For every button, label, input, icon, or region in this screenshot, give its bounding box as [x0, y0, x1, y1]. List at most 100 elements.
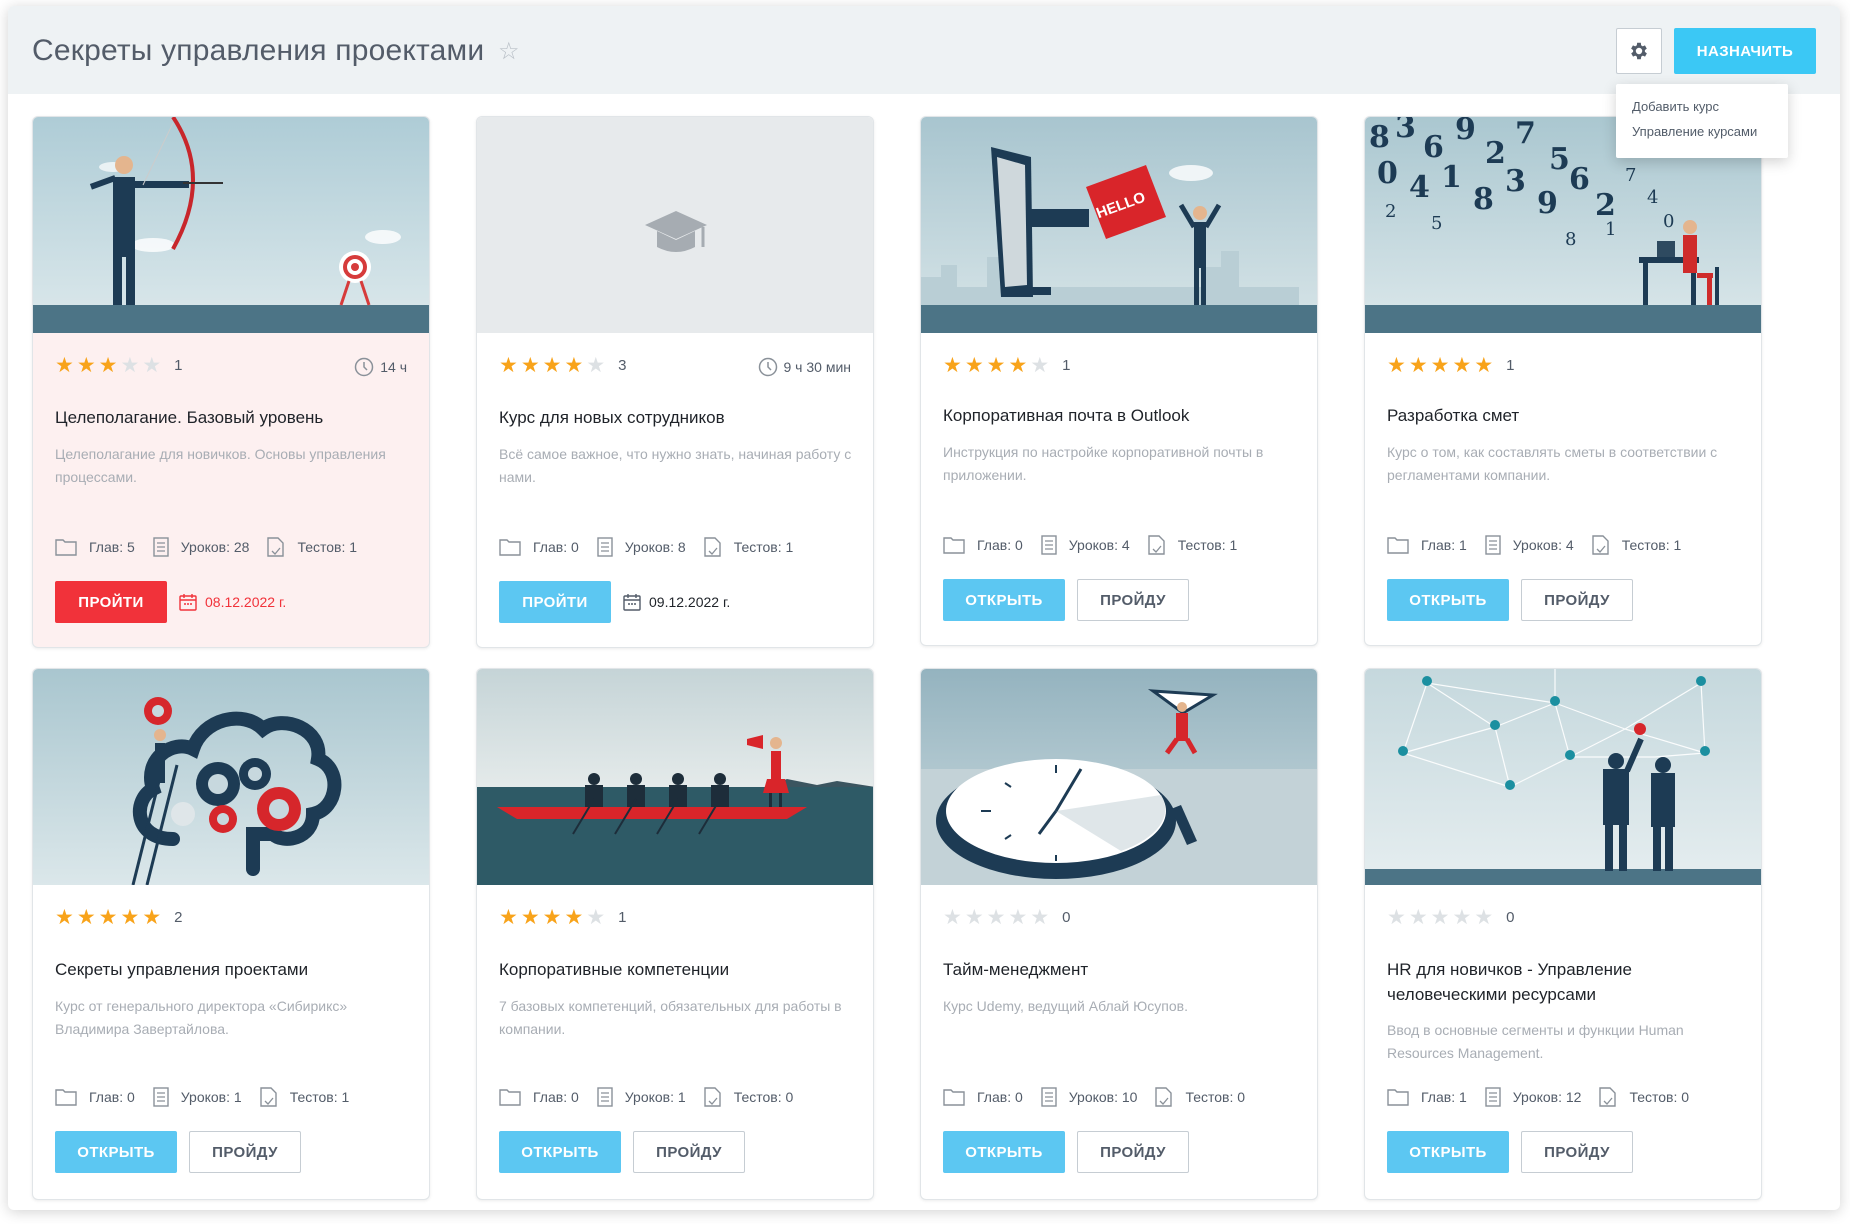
- test-doc-icon: [1147, 535, 1165, 555]
- folder-icon: [943, 537, 965, 554]
- star-filled-icon: ★: [98, 906, 118, 929]
- course-cover-image[interactable]: [477, 669, 873, 885]
- svg-text:2: 2: [1485, 136, 1506, 171]
- star-empty-icon: ★: [120, 354, 140, 377]
- rating-stars[interactable]: ★ ★ ★ ★ ★ 1: [943, 355, 1070, 376]
- course-title[interactable]: HR для новичков - Управление человечески…: [1387, 957, 1741, 1007]
- card-actions: ОТКРЫТЬ ПРОЙДУ: [943, 579, 1201, 621]
- star-empty-icon: ★: [1452, 906, 1472, 929]
- tests-count: Тестов: 0: [1185, 1089, 1246, 1105]
- course-title[interactable]: Секреты управления проектами: [55, 957, 409, 982]
- star-filled-icon: ★: [542, 906, 562, 929]
- course-stats: Глав: 0 Уроков: 10 Тестов: 0: [943, 1087, 1263, 1107]
- svg-text:9: 9: [1455, 117, 1476, 147]
- deadline-date: 09.12.2022 г.: [623, 593, 730, 611]
- course-cover-image[interactable]: [33, 669, 429, 885]
- svg-text:4: 4: [1647, 187, 1658, 208]
- course-cover-image[interactable]: [477, 117, 873, 333]
- rating-stars[interactable]: ★ ★ ★ ★ ★ 1: [1387, 355, 1514, 376]
- deadline-text: 08.12.2022 г.: [205, 594, 287, 610]
- star-empty-icon: ★: [1030, 354, 1050, 377]
- start-course-button[interactable]: ПРОЙТИ: [55, 581, 167, 623]
- star-filled-icon: ★: [1387, 354, 1406, 377]
- rating-stars[interactable]: ★ ★ ★ ★ ★ 2: [55, 907, 182, 928]
- will-take-button[interactable]: ПРОЙДУ: [1521, 579, 1633, 621]
- menu-item-add-course[interactable]: Добавить курс: [1616, 94, 1788, 119]
- chapters-count: Глав: 1: [1421, 1089, 1467, 1105]
- star-empty-icon: ★: [1408, 906, 1428, 929]
- assign-button[interactable]: НАЗНАЧИТЬ: [1674, 28, 1816, 74]
- test-doc-icon: [267, 537, 285, 557]
- course-cover-image[interactable]: HELLO: [921, 117, 1317, 333]
- course-cover-image[interactable]: [921, 669, 1317, 885]
- start-course-button[interactable]: ПРОЙТИ: [499, 581, 611, 623]
- chapters-count: Глав: 0: [977, 537, 1023, 553]
- open-course-button[interactable]: ОТКРЫТЬ: [1387, 1131, 1509, 1173]
- course-catalog-window: Секреты управления проектами ☆ НАЗНАЧИТЬ…: [8, 6, 1840, 1210]
- svg-text:9: 9: [1537, 186, 1558, 221]
- rating-stars[interactable]: ★ ★ ★ ★ ★ 0: [943, 907, 1070, 928]
- star-filled-icon: ★: [1474, 354, 1494, 377]
- brain-gears-illustration: [33, 669, 429, 885]
- page-title: Секреты управления проектами: [32, 34, 485, 67]
- will-take-button[interactable]: ПРОЙДУ: [1521, 1131, 1633, 1173]
- star-filled-icon: ★: [499, 354, 518, 377]
- review-count: 1: [1506, 357, 1515, 374]
- rating-stars[interactable]: ★ ★ ★ ★ ★ 0: [1387, 907, 1514, 928]
- course-title[interactable]: Корпоративная почта в Outlook: [943, 403, 1297, 428]
- star-empty-icon: ★: [1030, 906, 1050, 929]
- course-duration: 9 ч 30 мин: [758, 357, 852, 377]
- tests-count: Тестов: 0: [1629, 1089, 1690, 1105]
- open-course-button[interactable]: ОТКРЫТЬ: [1387, 579, 1509, 621]
- archer-illustration: [33, 117, 429, 333]
- duration-text: 9 ч 30 мин: [783, 359, 852, 375]
- rating-stars[interactable]: ★ ★ ★ ★ ★ 1: [55, 355, 182, 376]
- course-card: ★ ★ ★ ★ ★ 0 Тайм-менеджмент Курс Udemy, веду…: [920, 668, 1318, 1200]
- open-course-button[interactable]: ОТКРЫТЬ: [943, 579, 1065, 621]
- will-take-button[interactable]: ПРОЙДУ: [1077, 579, 1189, 621]
- will-take-button[interactable]: ПРОЙДУ: [189, 1131, 301, 1173]
- course-title[interactable]: Целеполагание. Базовый уровень: [55, 405, 409, 430]
- lesson-doc-icon: [153, 1087, 169, 1107]
- tests-count: Тестов: 0: [733, 1089, 794, 1105]
- svg-text:7: 7: [1515, 117, 1536, 151]
- deadline-date: 08.12.2022 г.: [179, 593, 286, 611]
- star-filled-icon: ★: [1452, 354, 1472, 377]
- menu-item-manage-courses[interactable]: Управление курсами: [1616, 119, 1788, 144]
- review-count: 0: [1062, 909, 1071, 926]
- lesson-doc-icon: [1041, 1087, 1057, 1107]
- star-filled-icon: ★: [520, 354, 540, 377]
- folder-icon: [499, 539, 521, 556]
- course-title[interactable]: Разработка смет: [1387, 403, 1741, 428]
- will-take-button[interactable]: ПРОЙДУ: [633, 1131, 745, 1173]
- tests-count: Тестов: 1: [1177, 537, 1238, 553]
- rating-stars[interactable]: ★ ★ ★ ★ ★ 1: [499, 907, 626, 928]
- course-title[interactable]: Корпоративные компетенции: [499, 957, 853, 982]
- favorite-star-icon[interactable]: ☆: [498, 40, 520, 64]
- course-title[interactable]: Курс для новых сотрудников: [499, 405, 853, 430]
- open-course-button[interactable]: ОТКРЫТЬ: [943, 1131, 1065, 1173]
- rating-stars[interactable]: ★ ★ ★ ★ ★ 3: [499, 355, 626, 376]
- settings-button[interactable]: [1616, 28, 1662, 74]
- course-cover-image[interactable]: [1365, 669, 1761, 885]
- course-stats: Глав: 1 Уроков: 4 Тестов: 1: [1387, 535, 1699, 555]
- card-actions: ПРОЙТИ 08.12.2022 г.: [55, 581, 286, 623]
- star-filled-icon: ★: [1008, 354, 1028, 377]
- course-description: Курс от генерального директора «Сибирикс…: [55, 998, 348, 1037]
- star-filled-icon: ★: [55, 906, 74, 929]
- open-course-button[interactable]: ОТКРЫТЬ: [499, 1131, 621, 1173]
- course-title[interactable]: Тайм-менеджмент: [943, 957, 1297, 982]
- star-filled-icon: ★: [76, 906, 96, 929]
- folder-icon: [499, 1089, 521, 1106]
- page-header: Секреты управления проектами ☆ НАЗНАЧИТЬ: [8, 6, 1840, 94]
- lessons-count: Уроков: 1: [624, 1089, 686, 1105]
- course-stats: Глав: 0 Уроков: 8 Тестов: 1: [499, 537, 811, 557]
- graduation-cap-placeholder: [477, 117, 873, 333]
- course-stats: Глав: 5 Уроков: 28 Тестов: 1: [55, 537, 375, 557]
- card-actions: ПРОЙТИ 09.12.2022 г.: [499, 581, 730, 623]
- will-take-button[interactable]: ПРОЙДУ: [1077, 1131, 1189, 1173]
- open-course-button[interactable]: ОТКРЫТЬ: [55, 1131, 177, 1173]
- course-cover-image[interactable]: [33, 117, 429, 333]
- star-filled-icon: ★: [98, 354, 118, 377]
- svg-text:0: 0: [1663, 211, 1674, 232]
